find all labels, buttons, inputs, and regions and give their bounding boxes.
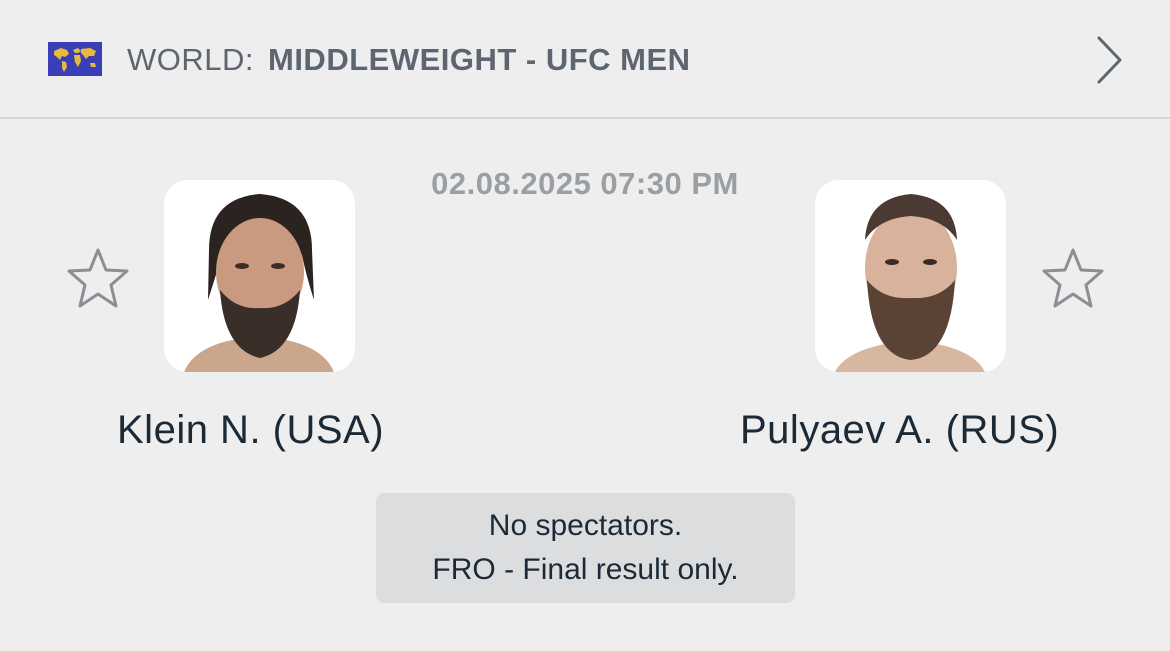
home-fighter-name[interactable]: Klein N. (USA) [117, 408, 384, 453]
match-datetime: 02.08.2025 07:30 PM [431, 166, 739, 201]
competition-header[interactable]: WORLD: MIDDLEWEIGHT - UFC MEN [0, 0, 1170, 119]
match-info-box: No spectators. FRO - Final result only. [376, 493, 795, 603]
info-line: FRO - Final result only. [432, 553, 739, 586]
home-fighter-photo[interactable] [164, 180, 355, 372]
competition-title[interactable]: WORLD: MIDDLEWEIGHT - UFC MEN [127, 40, 691, 80]
away-fighter-name[interactable]: Pulyaev A. (RUS) [740, 408, 1059, 453]
away-favorite-star-icon[interactable] [1040, 246, 1106, 312]
chevron-right-icon[interactable] [1090, 32, 1130, 88]
info-line: No spectators. [488, 509, 683, 542]
home-favorite-star-icon[interactable] [65, 246, 131, 312]
country-label: WORLD: [127, 42, 254, 77]
world-flag-icon [48, 42, 102, 76]
competition-name: MIDDLEWEIGHT - UFC MEN [268, 42, 691, 77]
away-fighter-photo[interactable] [815, 180, 1006, 372]
